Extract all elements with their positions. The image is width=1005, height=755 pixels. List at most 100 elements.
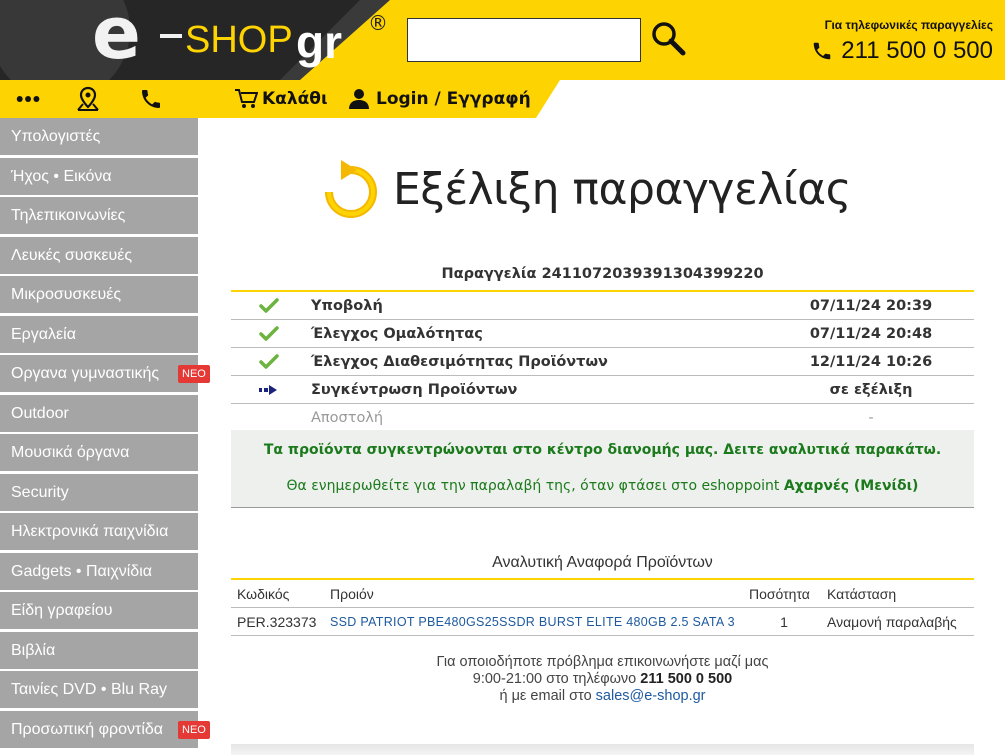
page-title-text: Εξέλιξη παραγγελίας bbox=[393, 163, 852, 215]
check-icon bbox=[259, 320, 279, 348]
cart-link[interactable]: Καλάθι bbox=[234, 88, 328, 110]
category-sidebar: Υπολογιστές Ήχος • Εικόνα Τηλεπικοινωνίες Λ… bbox=[0, 118, 214, 750]
contact-email-link[interactable]: sales@e-shop.gr bbox=[596, 688, 706, 704]
status-row: Έλεγχος Διαθεσιμότητας Προϊόντων 12/11/24… bbox=[231, 348, 974, 376]
status-label: Υποβολή bbox=[311, 298, 383, 314]
product-link[interactable]: SSD PATRIOT PBE480GS25SSDR BURST ELITE 4… bbox=[330, 608, 735, 636]
phone-icon bbox=[814, 42, 831, 60]
sidebar-item-label: Μουσικά όργανα bbox=[11, 444, 130, 461]
phone-number-text: 211 500 0 500 bbox=[841, 37, 993, 64]
sidebar-item[interactable]: Βιβλία bbox=[0, 631, 198, 669]
products-table-header: Κωδικός Προιόν Ποσότητα Κατάσταση bbox=[231, 580, 974, 608]
arrow-right-icon bbox=[259, 376, 279, 404]
site-header: e SHOP gr ® Για τηλεφωνικές παραγγελίες … bbox=[0, 0, 1005, 80]
logo-registered: ® bbox=[368, 11, 388, 35]
sidebar-item-label: Ηλεκτρονικά παιχνίδια bbox=[11, 523, 169, 540]
sidebar-item[interactable]: Outdoor bbox=[0, 394, 198, 432]
more-dots-icon[interactable] bbox=[16, 86, 42, 112]
sidebar-item[interactable]: Ήχος • Εικόνα bbox=[0, 157, 198, 195]
contact-phone[interactable]: 211 500 0 500 bbox=[640, 671, 732, 687]
status-row: Αποστολή - bbox=[231, 404, 974, 432]
sidebar-item-label: Τηλεπικοινωνίες bbox=[11, 207, 126, 224]
info-box: Τα προϊόντα συγκεντρώνονται στο κέντρο δ… bbox=[231, 430, 974, 508]
phone-icon[interactable] bbox=[138, 86, 164, 112]
new-badge: NEO bbox=[178, 720, 210, 739]
status-label: Αποστολή bbox=[311, 410, 384, 426]
sidebar-item[interactable]: Μουσικά όργανα bbox=[0, 434, 198, 471]
login-link[interactable]: Login / Εγγραφή bbox=[348, 88, 531, 110]
status-label: Έλεγχος Ομαλότητας bbox=[311, 326, 483, 342]
sidebar-item[interactable]: Εργαλεία bbox=[0, 315, 198, 353]
sidebar-item-label: Είδη γραφείου bbox=[11, 602, 113, 619]
sidebar-item-label: Οργανα γυμναστικής bbox=[11, 365, 160, 382]
contact-email-line: ή με email στο sales@e-shop.gr bbox=[231, 688, 974, 705]
sidebar-item[interactable]: Μικροσυσκευές bbox=[0, 276, 198, 313]
sidebar-item[interactable]: Υπολογιστές bbox=[0, 118, 198, 155]
sidebar-item[interactable]: Προσωπική φροντίδα NEO bbox=[0, 710, 210, 748]
sidebar-item-label: Ταινίες DVD • Blu Ray bbox=[11, 681, 167, 698]
sidebar-item[interactable]: Είδη γραφείου bbox=[0, 592, 198, 629]
phone-number[interactable]: 211 500 0 500 bbox=[811, 37, 993, 65]
product-code: PER.323373 bbox=[237, 614, 317, 630]
sidebar-item[interactable]: Ηλεκτρονικά παιχνίδια bbox=[0, 513, 198, 550]
table-row: PER.323373 SSD PATRIOT PBE480GS25SSDR BU… bbox=[231, 608, 974, 636]
sidebar-item-label: Λευκές συσκευές bbox=[11, 246, 133, 264]
status-date: 07/11/24 20:48 bbox=[809, 326, 933, 342]
status-date: σε εξέλιξη bbox=[829, 382, 913, 398]
status-row: Συγκέντρωση Προϊόντων σε εξέλιξη bbox=[231, 376, 974, 404]
sidebar-item-label: Προσωπική φροντίδα bbox=[11, 720, 164, 738]
login-label: Login / Εγγραφή bbox=[376, 89, 531, 109]
sidebar-item[interactable]: Ταινίες DVD • Blu Ray bbox=[0, 671, 198, 708]
contact-info: Για οποιοδήποτε πρόβλημα επικοινωνήστε μ… bbox=[231, 654, 974, 705]
sidebar-item-label: Εργαλεία bbox=[11, 325, 76, 343]
status-label: Έλεγχος Διαθεσιμότητας Προϊόντων bbox=[311, 354, 608, 370]
header-quantity: Ποσότητα bbox=[749, 586, 810, 602]
user-icon bbox=[349, 89, 369, 109]
sidebar-item[interactable]: Οργανα γυμναστικής NEO bbox=[0, 355, 210, 392]
order-number: Παραγγελία 241107203939130439922​0 bbox=[441, 266, 764, 282]
sidebar-item[interactable]: Τηλεπικοινωνίες bbox=[0, 197, 198, 234]
logo-gr: gr bbox=[296, 16, 342, 68]
status-row: Υποβολή 07/11/24 20:39 bbox=[231, 292, 974, 320]
status-date: - bbox=[868, 410, 874, 426]
product-quantity: 1 bbox=[780, 614, 788, 630]
status-label: Συγκέντρωση Προϊόντων bbox=[311, 382, 518, 398]
sidebar-item-label: Gadgets • Παιχνίδια bbox=[11, 562, 152, 580]
footer-divider bbox=[231, 744, 974, 755]
contact-email-text: ή με email στο bbox=[499, 688, 592, 704]
sidebar-item-label: Μικροσυσκευές bbox=[11, 286, 122, 303]
logo[interactable]: e SHOP gr ® bbox=[0, 0, 390, 80]
header-code: Κωδικός bbox=[237, 586, 290, 602]
pickup-location: Αχαρνές (Μενίδι) bbox=[783, 478, 919, 494]
sidebar-item[interactable]: Gadgets • Παιχνίδια bbox=[0, 552, 198, 590]
search-input[interactable] bbox=[407, 18, 641, 62]
sidebar-item[interactable]: Λευκές συσκευές bbox=[0, 236, 198, 274]
new-badge: NEO bbox=[178, 365, 210, 383]
report-title: Αναλυτική Αναφορά Προϊόντων bbox=[492, 554, 713, 571]
location-pin-icon[interactable] bbox=[75, 86, 101, 112]
contact-hours-text: 9:00-21:00 στο τηλέφωνο bbox=[472, 671, 637, 687]
status-icon-empty bbox=[259, 404, 279, 432]
top-nav: Καλάθι Login / Εγγραφή bbox=[0, 80, 1005, 118]
status-row: Έλεγχος Ομαλότητας 07/11/24 20:48 bbox=[231, 320, 974, 348]
refresh-icon bbox=[325, 160, 377, 218]
cart-icon bbox=[235, 89, 258, 108]
info-message: Τα προϊόντα συγκεντρώνονται στο κέντρο δ… bbox=[263, 442, 942, 458]
check-icon bbox=[259, 292, 279, 320]
phone-orders-label: Για τηλεφωνικές παραγγελίες bbox=[824, 18, 993, 32]
sidebar-item-label: Outdoor bbox=[11, 404, 69, 422]
header-product: Προιόν bbox=[330, 586, 374, 602]
check-icon bbox=[259, 348, 279, 376]
sidebar-item[interactable]: Security bbox=[0, 473, 198, 511]
logo-shop: SHOP bbox=[185, 19, 293, 61]
product-status: Αναμονή παραλαβής bbox=[827, 614, 957, 630]
products-table: Κωδικός Προιόν Ποσότητα Κατάσταση PER.32… bbox=[231, 578, 974, 636]
sidebar-item-label: Βιβλία bbox=[11, 641, 56, 659]
pickup-message-text: Θα ενημερωθείτε για την παραλαβή της, ότ… bbox=[286, 478, 780, 494]
status-date: 12/11/24 10:26 bbox=[809, 354, 933, 370]
search-icon[interactable] bbox=[650, 20, 686, 56]
page-title: Εξέλιξη παραγγελίας bbox=[323, 158, 852, 220]
sidebar-item-label: Ήχος • Εικόνα bbox=[11, 167, 112, 185]
status-table: Υποβολή 07/11/24 20:39 Έλεγχος Ομαλότητας 0… bbox=[231, 290, 974, 432]
header-status: Κατάσταση bbox=[827, 586, 897, 602]
